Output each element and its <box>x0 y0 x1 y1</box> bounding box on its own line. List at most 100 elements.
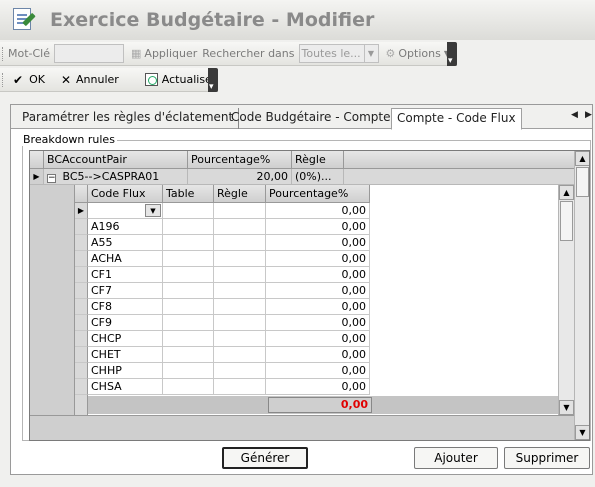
percent-cell[interactable]: 0,00 <box>266 235 370 251</box>
rule-cell[interactable] <box>214 283 266 299</box>
column-header-bcaccountpair[interactable]: BCAccountPair <box>44 151 188 169</box>
table-row[interactable]: CHHP 0,00 <box>75 363 370 379</box>
rule-cell[interactable] <box>214 251 266 267</box>
ok-button[interactable]: ✔ OK <box>6 73 48 87</box>
toolbar-grip[interactable] <box>2 72 3 87</box>
code-flux-cell[interactable]: CF8 <box>88 299 163 315</box>
code-flux-cell[interactable]: A196 <box>88 219 163 235</box>
toolbar-grip[interactable] <box>2 46 5 61</box>
pair-cell[interactable]: − BC5-->CASPRA01 <box>44 169 188 185</box>
add-button[interactable]: Ajouter <box>414 447 498 469</box>
table-cell[interactable] <box>163 379 214 395</box>
table-cell[interactable] <box>163 363 214 379</box>
code-flux-cell[interactable]: ACHA <box>88 251 163 267</box>
code-flux-cell[interactable]: CF1 <box>88 267 163 283</box>
scroll-up-icon[interactable]: ▲ <box>559 185 574 200</box>
new-row[interactable]: ▶ ▼ 0,00 <box>75 203 370 219</box>
scroll-down-icon[interactable]: ▼ <box>575 425 589 440</box>
code-flux-cell[interactable]: CF7 <box>88 283 163 299</box>
percent-cell[interactable]: 0,00 <box>266 299 370 315</box>
search-in-select[interactable]: Toutes le... ▼ <box>298 44 379 63</box>
table-row[interactable]: A55 0,00 <box>75 235 370 251</box>
scroll-down-icon[interactable]: ▼ <box>559 400 574 415</box>
toolbar-overflow-button[interactable] <box>208 68 218 92</box>
tab-account-flow-code[interactable]: Compte - Code Flux <box>391 108 522 130</box>
column-header-table[interactable]: Table <box>163 185 214 203</box>
percent-cell[interactable]: 0,00 <box>266 267 370 283</box>
keyword-input[interactable] <box>54 44 125 63</box>
table-cell[interactable] <box>163 283 214 299</box>
rule-cell[interactable] <box>214 219 266 235</box>
rule-cell[interactable] <box>214 235 266 251</box>
code-flux-dropdown[interactable]: ▼ <box>88 203 163 219</box>
rule-cell[interactable] <box>214 299 266 315</box>
table-cell[interactable] <box>163 251 214 267</box>
column-header-pourcentage[interactable]: Pourcentage% <box>266 185 370 203</box>
options-button[interactable]: ⚙ Options ▼ <box>383 47 453 60</box>
outer-grid-scrollbar[interactable]: ▲ ▼ <box>574 151 589 440</box>
apply-button[interactable]: ▦ Appliquer <box>128 47 200 60</box>
column-header-pourcentage[interactable]: Pourcentage% <box>188 151 292 169</box>
scroll-up-icon[interactable]: ▲ <box>575 151 589 166</box>
code-flux-cell[interactable]: CF9 <box>88 315 163 331</box>
table-row[interactable]: ▶ − BC5-->CASPRA01 20,00 (0%)... <box>30 169 574 185</box>
column-header-code-flux[interactable]: Code Flux <box>88 185 163 203</box>
percent-cell[interactable]: 0,00 <box>266 379 370 395</box>
percent-cell[interactable]: 0,00 <box>266 219 370 235</box>
column-header-regle[interactable]: Règle <box>214 185 266 203</box>
generate-button[interactable]: Générer <box>222 447 308 469</box>
tab-scroll-left-icon[interactable]: ◀ <box>571 110 578 120</box>
percent-cell[interactable]: 0,00 <box>266 315 370 331</box>
table-cell[interactable] <box>163 267 214 283</box>
table-cell[interactable] <box>163 219 214 235</box>
inner-grid-scrollbar[interactable]: ▲ ▼ <box>558 185 574 415</box>
collapse-icon[interactable]: − <box>47 174 56 183</box>
rule-cell[interactable] <box>214 267 266 283</box>
rule-cell[interactable]: (0%)... <box>292 169 344 185</box>
table-row[interactable]: CHET 0,00 <box>75 347 370 363</box>
tab-scroll-right-icon[interactable]: ▶ <box>585 110 592 120</box>
percent-cell[interactable]: 0,00 <box>266 347 370 363</box>
tab-split-rules[interactable]: Paramétrer les règles d'éclatement <box>17 108 240 129</box>
toolbar-overflow-button[interactable] <box>447 42 457 66</box>
percent-cell[interactable]: 0,00 <box>266 283 370 299</box>
delete-button[interactable]: Supprimer <box>504 447 590 469</box>
rule-cell[interactable] <box>214 347 266 363</box>
rule-cell[interactable] <box>214 363 266 379</box>
column-header-regle[interactable]: Règle <box>292 151 344 169</box>
rule-cell[interactable] <box>214 315 266 331</box>
table-row[interactable]: CHSA 0,00 <box>75 379 370 395</box>
code-flux-cell[interactable]: CHHP <box>88 363 163 379</box>
percent-cell[interactable]: 0,00 <box>266 363 370 379</box>
percent-cell[interactable]: 0,00 <box>266 251 370 267</box>
refresh-button[interactable]: Actualiser <box>130 73 220 86</box>
percent-cell[interactable]: 20,00 <box>188 169 292 185</box>
tab-budget-code-account[interactable]: Code Budgétaire - Compte <box>226 108 396 129</box>
rule-cell[interactable] <box>214 379 266 395</box>
table-cell[interactable] <box>163 235 214 251</box>
table-row[interactable]: CF1 0,00 <box>75 267 370 283</box>
rule-cell[interactable] <box>214 331 266 347</box>
code-flux-cell[interactable]: CHSA <box>88 379 163 395</box>
table-cell[interactable] <box>163 299 214 315</box>
scroll-thumb[interactable] <box>576 167 589 197</box>
table-cell[interactable] <box>163 331 214 347</box>
code-flux-cell[interactable]: A55 <box>88 235 163 251</box>
table-cell[interactable] <box>163 203 214 219</box>
code-flux-cell[interactable]: CHET <box>88 347 163 363</box>
table-row[interactable]: CF7 0,00 <box>75 283 370 299</box>
table-row[interactable]: CF9 0,00 <box>75 315 370 331</box>
percent-cell[interactable]: 0,00 <box>266 203 370 219</box>
table-row[interactable]: CHCP 0,00 <box>75 331 370 347</box>
table-row[interactable]: CF8 0,00 <box>75 299 370 315</box>
rule-cell[interactable] <box>214 203 266 219</box>
table-row[interactable]: ACHA 0,00 <box>75 251 370 267</box>
percent-cell[interactable]: 0,00 <box>266 331 370 347</box>
chevron-down-icon[interactable]: ▼ <box>145 204 161 217</box>
code-flux-cell[interactable]: CHCP <box>88 331 163 347</box>
table-row[interactable]: A196 0,00 <box>75 219 370 235</box>
scroll-thumb[interactable] <box>560 201 573 241</box>
cancel-button[interactable]: ✕ Annuler <box>48 73 122 87</box>
table-cell[interactable] <box>163 347 214 363</box>
table-cell[interactable] <box>163 315 214 331</box>
